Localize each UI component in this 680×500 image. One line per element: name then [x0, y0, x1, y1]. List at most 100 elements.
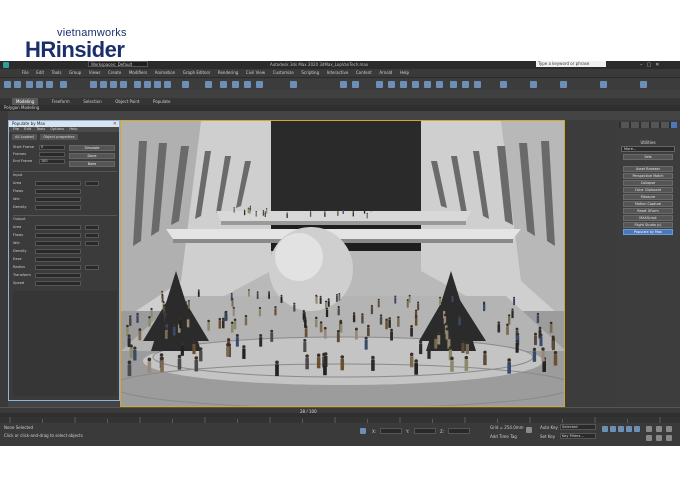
a360-icon[interactable]	[560, 81, 567, 88]
menu-item-civil-view[interactable]: Civil View	[246, 69, 265, 77]
select-by-name-icon[interactable]	[100, 81, 107, 88]
unlink-icon[interactable]	[36, 81, 43, 88]
previous-frame-icon[interactable]	[610, 426, 616, 432]
auto-key-button[interactable]: Auto Key	[540, 425, 558, 430]
dialog-menu-options[interactable]: Options	[50, 127, 64, 131]
utility-button[interactable]: Collapse	[623, 180, 673, 186]
spinner-snap-icon[interactable]	[256, 81, 263, 88]
menu-item-file[interactable]: File	[22, 69, 29, 77]
workspace-dropdown[interactable]: Workspaces: Default	[88, 61, 148, 67]
dialog-menu-help[interactable]: Help	[69, 127, 77, 131]
next-frame-icon[interactable]	[626, 426, 632, 432]
key-selection-dropdown[interactable]: Selected	[560, 424, 596, 430]
output-row-field[interactable]	[35, 249, 81, 254]
rotate-icon[interactable]	[144, 81, 151, 88]
perspective-viewport[interactable]	[120, 120, 565, 407]
layer-explorer-icon[interactable]	[388, 81, 395, 88]
select-filter-icon[interactable]	[60, 81, 67, 88]
move-icon[interactable]	[134, 81, 141, 88]
scene-explorer-icon[interactable]	[376, 81, 383, 88]
link-icon[interactable]	[26, 81, 33, 88]
bake-button[interactable]: Bake	[69, 161, 115, 167]
start-frame-field[interactable]: 0	[39, 145, 65, 150]
rectangular-selection-icon[interactable]	[110, 81, 117, 88]
snaps-toggle-icon[interactable]	[220, 81, 227, 88]
align-icon[interactable]	[352, 81, 359, 88]
populate-utility-button[interactable]: Populate by Max	[623, 229, 673, 235]
input-row-field[interactable]	[35, 205, 81, 210]
window-crossing-icon[interactable]	[120, 81, 127, 88]
utility-button[interactable]: Color Clipboard	[623, 187, 673, 193]
render-cloud-icon[interactable]	[530, 81, 537, 88]
input-row-field[interactable]	[35, 197, 81, 202]
tab-all-loaded[interactable]: All Loaded	[12, 134, 37, 140]
done-button[interactable]: Done	[69, 153, 115, 159]
y-coord-field[interactable]	[414, 428, 436, 434]
schematic-view-icon[interactable]	[424, 81, 431, 88]
named-selection-icon[interactable]	[290, 81, 297, 88]
play-icon[interactable]	[618, 426, 624, 432]
scale-icon[interactable]	[154, 81, 161, 88]
render-setup-icon[interactable]	[450, 81, 457, 88]
menu-item-views[interactable]: Views	[89, 69, 101, 77]
orbit-icon[interactable]	[666, 426, 672, 432]
tab-object-paint[interactable]: Object Paint	[115, 98, 139, 105]
utility-button[interactable]: Measure	[623, 194, 673, 200]
sets-button[interactable]: Sets	[623, 154, 673, 160]
select-object-icon[interactable]	[90, 81, 97, 88]
output-row-field[interactable]	[35, 281, 81, 286]
output-row-field[interactable]	[35, 257, 81, 262]
set-key-button[interactable]: Set Key	[540, 434, 555, 439]
menu-item-scripting[interactable]: Scripting	[301, 69, 319, 77]
render-iterative-icon[interactable]	[500, 81, 507, 88]
menu-item-interactive[interactable]: Interactive	[327, 69, 349, 77]
menu-item-customize[interactable]: Customize	[273, 69, 294, 77]
dialog-menu-tools[interactable]: Tools	[36, 127, 45, 131]
x-coord-field[interactable]	[380, 428, 402, 434]
menu-item-modifiers[interactable]: Modifiers	[129, 69, 147, 77]
create-tab-icon[interactable]	[621, 122, 629, 128]
tab-freeform[interactable]: Freeform	[52, 98, 70, 105]
render-production-icon[interactable]	[474, 81, 481, 88]
motion-tab-icon[interactable]	[651, 122, 659, 128]
field-of-view-icon[interactable]	[646, 435, 652, 441]
percent-snap-icon[interactable]	[244, 81, 251, 88]
tab-modeling[interactable]: Modeling	[12, 98, 39, 105]
menu-item-help[interactable]: Help	[400, 69, 409, 77]
simulate-button[interactable]: Simulate	[69, 145, 115, 151]
search-input[interactable]: Type a keyword or phrase	[536, 61, 606, 67]
placement-icon[interactable]	[164, 81, 171, 88]
more-button[interactable]: More...	[621, 146, 675, 152]
go-to-end-icon[interactable]	[634, 426, 640, 432]
ribbon-toggle-icon[interactable]	[400, 81, 407, 88]
undo-icon[interactable]	[4, 81, 11, 88]
menu-item-graph-editors[interactable]: Graph Editors	[183, 69, 210, 77]
utility-button[interactable]: Reset XForm	[623, 208, 673, 214]
input-row-dropdown[interactable]	[85, 181, 99, 186]
reference-coord-icon[interactable]	[182, 81, 189, 88]
maximize-viewport-icon[interactable]	[666, 435, 672, 441]
menu-item-group[interactable]: Group	[69, 69, 81, 77]
angle-snap-icon[interactable]	[232, 81, 239, 88]
menu-item-create[interactable]: Create	[108, 69, 121, 77]
menu-item-edit[interactable]: Edit	[36, 69, 44, 77]
lock-selection-icon[interactable]	[360, 428, 366, 434]
z-coord-field[interactable]	[448, 428, 470, 434]
utility-button[interactable]: MAXScript	[623, 215, 673, 221]
output-row-field[interactable]	[35, 241, 81, 246]
dialog-menu-edit[interactable]: Edit	[24, 127, 31, 131]
output-row-dropdown[interactable]	[85, 241, 99, 246]
toolbar-overflow-icon[interactable]	[640, 81, 647, 88]
rendered-frame-window-icon[interactable]	[462, 81, 469, 88]
output-row-dropdown[interactable]	[85, 233, 99, 238]
utility-button[interactable]: Motion Capture	[623, 201, 673, 207]
pivot-center-icon[interactable]	[205, 81, 212, 88]
output-row-field[interactable]	[35, 265, 81, 270]
utilities-tab-icon[interactable]	[671, 122, 677, 128]
tab-populate[interactable]: Populate	[153, 98, 170, 105]
output-row-field[interactable]	[35, 273, 81, 278]
tab-selection[interactable]: Selection	[83, 98, 101, 105]
material-editor-icon[interactable]	[436, 81, 443, 88]
output-row-dropdown[interactable]	[85, 265, 99, 270]
display-tab-icon[interactable]	[661, 122, 669, 128]
